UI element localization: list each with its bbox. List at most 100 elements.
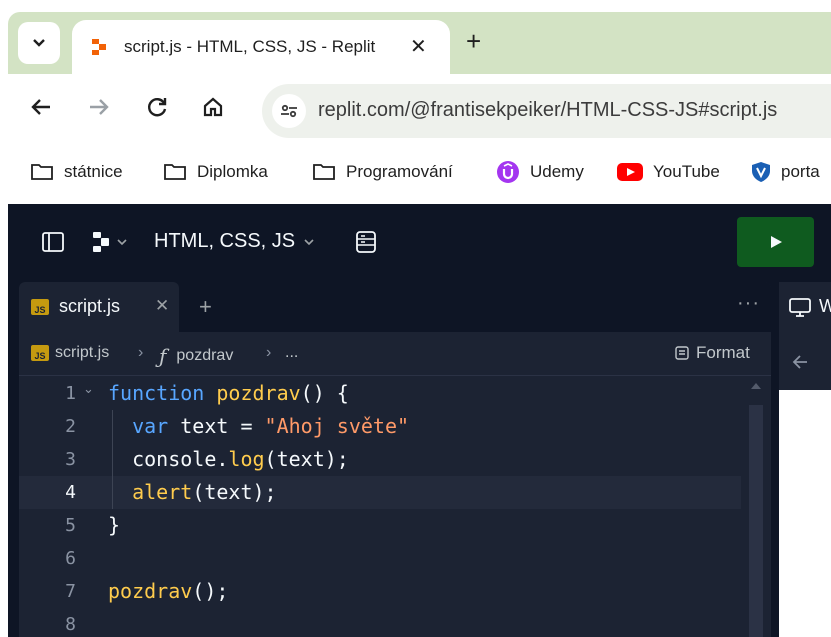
code-line: 6 <box>19 542 741 575</box>
code-text: } <box>108 513 121 537</box>
bookmark-statnice[interactable]: státnice <box>30 160 123 184</box>
bookmark-youtube[interactable]: YouTube <box>617 160 720 184</box>
code-line: 8 <box>19 608 741 637</box>
line-number: 8 <box>65 614 76 635</box>
tab-title: script.js - HTML, CSS, JS - Replit <box>124 37 376 56</box>
line-number: 5 <box>65 515 76 536</box>
breadcrumb-symbol[interactable]: ƒ pozdrav <box>159 344 233 368</box>
bookmark-label: YouTube <box>653 162 720 181</box>
js-file-icon: JS <box>31 299 49 315</box>
folder-icon <box>30 163 54 181</box>
webview-pane: W <box>779 282 831 637</box>
replit-header: HTML, CSS, JS <box>8 204 831 280</box>
code-line: 7 pozdrav(); <box>19 575 741 608</box>
browser-tab-active[interactable]: script.js - HTML, CSS, JS - Replit ✕ <box>72 20 450 74</box>
back-arrow-icon[interactable] <box>791 354 809 370</box>
webview-tab-label: W <box>819 296 831 316</box>
shield-icon <box>751 161 771 183</box>
replit-logo-menu[interactable] <box>92 230 128 254</box>
bookmark-label: Udemy <box>530 162 584 181</box>
more-options-icon[interactable]: ··· <box>737 292 760 315</box>
udemy-icon <box>496 160 520 184</box>
bookmarks-bar: státnice Diplomka Programování Udemy You… <box>8 150 831 194</box>
site-settings-icon[interactable] <box>272 94 306 128</box>
server-icon[interactable] <box>356 231 376 253</box>
scrollbar-thumb[interactable] <box>749 405 763 637</box>
function-icon: ƒ <box>159 344 167 368</box>
close-icon[interactable]: ✕ <box>155 296 169 316</box>
code-line: 2 var text = "Ahoj světe" <box>19 410 741 443</box>
chevron-down-icon <box>117 239 127 246</box>
url-text: replit.com/@frantisekpeiker/HTML-CSS-JS#… <box>318 99 778 121</box>
tab-close-icon[interactable]: ✕ <box>410 34 427 59</box>
chevron-down-icon <box>33 39 45 47</box>
chevron-right-icon: › <box>138 344 144 361</box>
code-line: 1 ⌄ function pozdrav() { <box>19 377 741 410</box>
code-text: console.log(text); <box>108 447 349 471</box>
webview-tab[interactable]: W <box>779 282 831 332</box>
play-icon <box>770 236 782 248</box>
format-label: Format <box>696 343 750 362</box>
address-bar[interactable]: replit.com/@frantisekpeiker/HTML-CSS-JS#… <box>262 84 831 138</box>
youtube-icon <box>617 163 643 181</box>
bookmark-diplomka[interactable]: Diplomka <box>163 160 268 184</box>
breadcrumb-more[interactable]: ... <box>285 344 298 362</box>
editor-scrollbar[interactable] <box>747 377 765 637</box>
monitor-icon <box>789 298 811 317</box>
code-text: var text = "Ahoj světe" <box>132 414 410 438</box>
code-line: 5 } <box>19 509 741 542</box>
forward-arrow-icon[interactable] <box>88 96 110 124</box>
scroll-up-arrow-icon[interactable] <box>751 383 761 389</box>
code-text: pozdrav(); <box>108 579 229 603</box>
format-icon <box>675 346 689 360</box>
replit-icon <box>92 39 106 55</box>
code-editor[interactable]: 1 ⌄ function pozdrav() { 2 var text = "A… <box>19 377 771 637</box>
sidebar-toggle-icon[interactable] <box>42 232 64 252</box>
folder-icon <box>312 163 336 181</box>
fold-chevron-icon[interactable]: ⌄ <box>83 381 94 397</box>
breadcrumb-symbol-label: pozdrav <box>176 347 234 364</box>
run-button[interactable] <box>737 217 814 267</box>
line-number: 7 <box>65 581 76 602</box>
bookmark-label: Programování <box>346 162 453 181</box>
breadcrumb: JS script.js › ƒ pozdrav › ... Format <box>19 332 771 376</box>
browser-toolbar: replit.com/@frantisekpeiker/HTML-CSS-JS#… <box>8 74 831 150</box>
editor-tab-script-js[interactable]: JS script.js ✕ <box>19 282 179 332</box>
format-button[interactable]: Format <box>675 343 750 363</box>
reload-icon[interactable] <box>146 96 168 125</box>
breadcrumb-file-label: script.js <box>55 344 110 361</box>
bookmark-label: státnice <box>64 162 123 181</box>
new-tab-button[interactable]: + <box>466 28 481 54</box>
browser-tabstrip: script.js - HTML, CSS, JS - Replit ✕ + <box>8 12 831 74</box>
js-file-icon: JS <box>31 345 49 361</box>
bookmark-label: porta <box>781 162 820 181</box>
back-arrow-icon[interactable] <box>30 96 52 124</box>
line-number: 6 <box>65 548 76 569</box>
editor-tab-bar: JS script.js ✕ + ··· <box>19 282 771 332</box>
line-number: 2 <box>65 416 76 437</box>
code-line: 3 console.log(text); <box>19 443 741 476</box>
webview-content <box>779 390 831 637</box>
add-tab-button[interactable]: + <box>199 294 212 320</box>
code-line-active: 4 alert(text); <box>19 476 741 509</box>
chevron-right-icon: › <box>266 344 272 361</box>
line-number: 1 <box>65 383 76 404</box>
replit-logo-icon <box>93 232 109 252</box>
bookmark-portal[interactable]: porta <box>751 160 820 184</box>
folder-icon <box>163 163 187 181</box>
home-icon[interactable] <box>202 96 224 125</box>
code-text: function pozdrav() { <box>108 381 349 405</box>
project-switcher[interactable]: HTML, CSS, JS <box>154 230 315 253</box>
webview-nav-bar <box>779 332 831 390</box>
breadcrumb-file[interactable]: JS script.js <box>31 344 109 362</box>
bookmark-udemy[interactable]: Udemy <box>496 160 584 184</box>
tab-search-button[interactable] <box>18 22 60 64</box>
bookmark-label: Diplomka <box>197 162 268 181</box>
line-number: 4 <box>65 482 76 503</box>
code-text: alert(text); <box>132 480 277 504</box>
editor-pane: JS script.js ✕ + ··· JS script.js › ƒ po… <box>19 282 771 637</box>
project-name: HTML, CSS, JS <box>154 230 296 252</box>
bookmark-programovani[interactable]: Programování <box>312 160 453 184</box>
indent-guide <box>112 410 113 509</box>
chevron-down-icon <box>304 238 314 245</box>
